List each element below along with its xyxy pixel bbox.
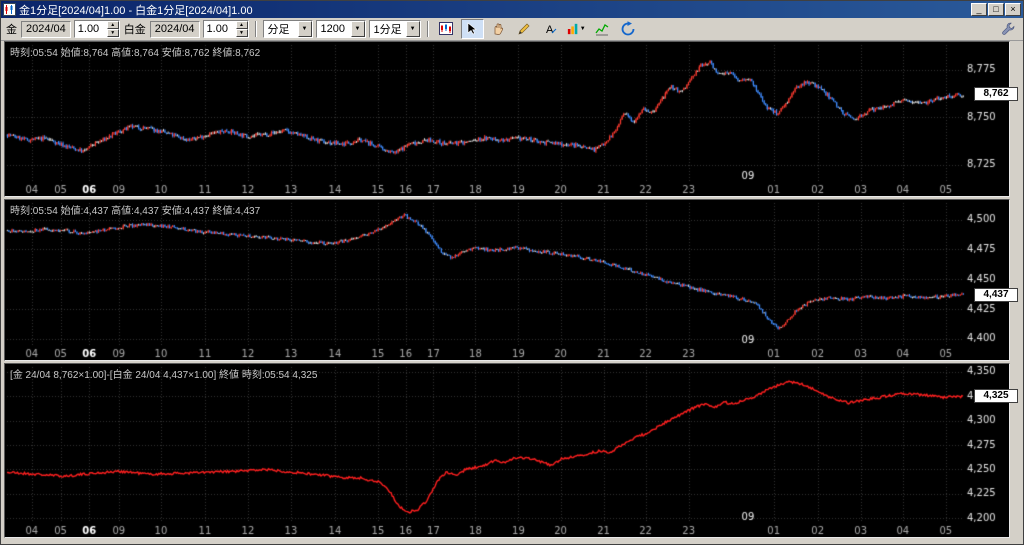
- chevron-down-icon: ▼: [579, 26, 586, 32]
- bar-count-select[interactable]: 1200 ▼: [315, 20, 366, 38]
- close-button[interactable]: ×: [1005, 3, 1021, 16]
- app-icon: [3, 3, 16, 16]
- titlebar[interactable]: 金1分足[2024/04]1.00 - 白金1分足[2024/04]1.00 _…: [1, 1, 1023, 18]
- spread-chart-panel: [金 24/04 8,762×1.00]-[白金 24/04 4,437×1.0…: [4, 363, 1018, 539]
- text-tool-button[interactable]: A: [538, 19, 562, 39]
- spread-last-price-badge: 4,325: [974, 389, 1018, 404]
- gold-contract-select[interactable]: 2024/04: [21, 20, 71, 38]
- gold-multiplier-down-button[interactable]: ▼: [106, 29, 119, 37]
- chart-type-button[interactable]: [434, 19, 458, 39]
- gold-multiplier-value: 1.00: [77, 23, 100, 35]
- line-chart-button[interactable]: [590, 19, 614, 39]
- platinum-label: 白金: [123, 24, 146, 36]
- app-window: 金1分足[2024/04]1.00 - 白金1分足[2024/04]1.00 _…: [0, 0, 1024, 545]
- platinum-candlestick-chart[interactable]: [5, 200, 1009, 361]
- cursor-tool-button[interactable]: [460, 19, 484, 39]
- refresh-icon: [621, 21, 635, 36]
- toolbar-separator: [254, 21, 257, 37]
- period-type-select[interactable]: 分足 ▼: [262, 20, 313, 38]
- platinum-multiplier-up-button[interactable]: ▲: [235, 21, 248, 29]
- toolbar: 金 2024/04 1.00 ▲ ▼ 白金 2024/04 1.00 ▲ ▼ 分…: [1, 18, 1023, 41]
- platinum-multiplier-input[interactable]: 1.00 ▲ ▼: [202, 20, 249, 38]
- gold-multiplier-up-button[interactable]: ▲: [106, 21, 119, 29]
- charts-area: 時刻:05:54 始値:8,764 高値:8,764 安値:8,762 終値:8…: [4, 41, 1018, 539]
- text-icon: A: [546, 24, 557, 36]
- gold-last-price-badge: 8,762: [974, 87, 1018, 102]
- maximize-button[interactable]: □: [988, 3, 1004, 16]
- platinum-chart-panel: 時刻:05:54 始値:4,437 高値:4,437 安値:4,437 終値:4…: [4, 199, 1018, 362]
- toolbar-separator: [426, 21, 429, 37]
- pan-tool-button[interactable]: [486, 19, 510, 39]
- period-type-value: 分足: [267, 24, 290, 36]
- svg-text:A: A: [546, 24, 554, 36]
- settings-button[interactable]: [996, 19, 1019, 39]
- minimize-button[interactable]: _: [971, 3, 987, 16]
- gold-candlestick-chart[interactable]: [5, 42, 1009, 197]
- gold-chart-panel: 時刻:05:54 始値:8,764 高値:8,764 安値:8,762 終値:8…: [4, 41, 1018, 198]
- wrench-icon: [1001, 22, 1014, 35]
- platinum-multiplier-down-button[interactable]: ▼: [235, 29, 248, 37]
- platinum-contract-select[interactable]: 2024/04: [149, 20, 200, 38]
- platinum-last-price-badge: 4,437: [974, 287, 1018, 302]
- bar-size-select[interactable]: 1分足 ▼: [368, 20, 421, 38]
- refresh-button[interactable]: [616, 19, 640, 39]
- chevron-down-icon[interactable]: ▼: [297, 21, 312, 37]
- bar-chart-icon: [567, 23, 577, 35]
- hand-icon: [494, 23, 504, 35]
- platinum-multiplier-value: 1.00: [206, 23, 228, 35]
- gold-multiplier-input[interactable]: 1.00 ▲ ▼: [73, 20, 120, 38]
- candlestick-chart-icon: [439, 22, 454, 35]
- cursor-icon: [467, 22, 477, 35]
- indicator-menu-button[interactable]: ▼: [564, 19, 588, 39]
- chevron-down-icon[interactable]: ▼: [350, 21, 365, 37]
- bar-count-value: 1200: [320, 23, 346, 35]
- gold-label: 金: [6, 24, 17, 36]
- window-title: 金1分足[2024/04]1.00 - 白金1分足[2024/04]1.00: [19, 4, 253, 17]
- chevron-down-icon[interactable]: ▼: [405, 21, 420, 37]
- line-chart-icon: [595, 24, 609, 36]
- draw-line-tool-button[interactable]: [512, 19, 536, 39]
- bar-size-value: 1分足: [373, 24, 402, 36]
- spread-line-chart[interactable]: [5, 364, 1009, 538]
- pencil-icon: [518, 23, 530, 35]
